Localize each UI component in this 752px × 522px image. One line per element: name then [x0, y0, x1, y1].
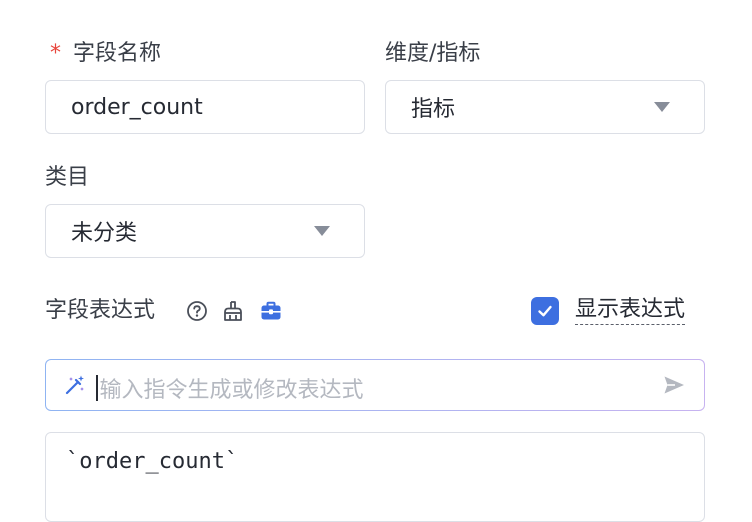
magic-wand-icon	[63, 373, 87, 397]
check-icon	[538, 305, 552, 317]
dimension-metric-select[interactable]: 指标	[385, 80, 705, 134]
toolbox-icon[interactable]	[259, 299, 283, 323]
ai-input-placeholder: 输入指令生成或修改表达式	[99, 378, 364, 403]
category-value: 未分类	[71, 221, 138, 246]
dimension-metric-label: 维度/指标	[385, 41, 481, 66]
chevron-down-icon	[314, 226, 330, 236]
field-name-value: order_count	[71, 94, 203, 120]
category-label: 类目	[45, 165, 90, 190]
expression-code: `order_count`	[66, 449, 239, 474]
show-expression-label[interactable]: 显示表达式	[575, 296, 686, 325]
text-cursor	[96, 375, 98, 401]
show-expression-checkbox[interactable]	[531, 297, 559, 325]
help-circle-icon[interactable]	[186, 300, 208, 322]
dimension-metric-value: 指标	[411, 97, 456, 122]
field-name-label: * 字段名称	[50, 39, 161, 69]
ai-input-text: 输入指令生成或修改表达式	[96, 372, 364, 404]
send-icon[interactable]	[662, 373, 686, 397]
broom-icon[interactable]	[221, 299, 245, 323]
chevron-down-icon	[654, 102, 670, 112]
field-name-input[interactable]: order_count	[45, 80, 365, 134]
ai-instruction-input[interactable]: 输入指令生成或修改表达式	[45, 359, 705, 411]
expression-label: 字段表达式	[45, 298, 156, 323]
field-name-label-text: 字段名称	[73, 41, 162, 66]
category-select[interactable]: 未分类	[45, 204, 365, 258]
expression-code-editor[interactable]: `order_count`	[45, 432, 705, 522]
required-mark: *	[50, 41, 61, 66]
